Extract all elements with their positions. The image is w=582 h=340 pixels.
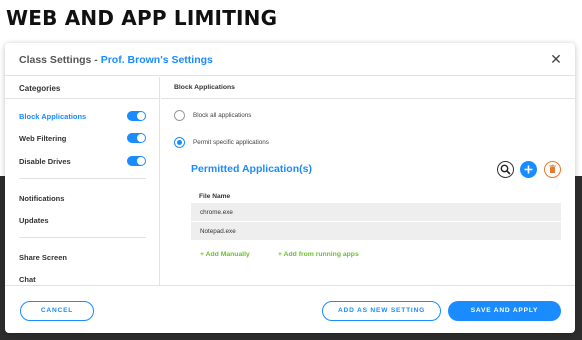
sidebar-divider [19,237,146,238]
dialog-header: Class Settings - Prof. Brown's Settings … [5,43,575,76]
block-applications-toggle[interactable] [127,111,146,121]
close-icon[interactable]: ✕ [549,52,563,66]
search-icon[interactable] [497,161,514,178]
add-manually-link[interactable]: + Add Manually [200,251,250,258]
cancel-button[interactable]: CANCEL [20,301,94,321]
table-row[interactable]: Notepad.exe [191,222,561,240]
content-heading: Block Applications [161,77,575,99]
save-and-apply-button[interactable]: SAVE AND APPLY [448,301,561,321]
sidebar-item-block-applications[interactable]: Block Applications [19,112,86,121]
sidebar-heading: Categories [5,77,159,99]
file-name-cell: Notepad.exe [200,228,236,235]
permit-specific-radio[interactable] [174,137,185,148]
plus-icon[interactable] [520,161,537,178]
block-all-option[interactable]: Block all applications [174,110,251,121]
sidebar-item-chat[interactable]: Chat [19,275,36,284]
block-all-label: Block all applications [193,112,252,119]
sidebar-item-updates[interactable]: Updates [19,216,49,225]
add-as-new-setting-button[interactable]: ADD AS NEW SETTING [322,301,441,321]
sidebar-divider [19,178,146,179]
permitted-applications-title: Permitted Application(s) [191,163,312,175]
disable-drives-toggle[interactable] [127,156,146,166]
permit-specific-option[interactable]: Permit specific applications [174,137,269,148]
sidebar-item-share-screen[interactable]: Share Screen [19,253,67,262]
dialog-footer: CANCEL ADD AS NEW SETTING SAVE AND APPLY [5,285,575,333]
categories-sidebar: Categories Block Applications Web Filter… [5,77,160,285]
sidebar-item-notifications[interactable]: Notifications [19,194,64,203]
web-filtering-toggle[interactable] [127,133,146,143]
dialog-title: Class Settings - Prof. Brown's Settings [19,54,213,66]
sidebar-item-disable-drives[interactable]: Disable Drives [19,157,71,166]
sidebar-item-web-filtering[interactable]: Web Filtering [19,134,66,143]
add-from-running-apps-link[interactable]: + Add from running apps [278,251,359,258]
trash-icon-glyph [549,164,556,173]
plus-icon-glyph [524,165,533,174]
page-heading: WEB AND APP LIMITING [6,6,278,30]
dialog-title-prefix: Class Settings - [19,54,101,66]
trash-icon[interactable] [544,161,561,178]
block-all-radio[interactable] [174,110,185,121]
dialog-title-settings-name: Prof. Brown's Settings [100,54,213,66]
permit-specific-label: Permit specific applications [193,139,269,146]
class-settings-dialog: Class Settings - Prof. Brown's Settings … [5,43,575,333]
file-name-cell: chrome.exe [200,209,233,216]
table-row[interactable]: chrome.exe [191,203,561,221]
search-icon-glyph [500,164,511,175]
